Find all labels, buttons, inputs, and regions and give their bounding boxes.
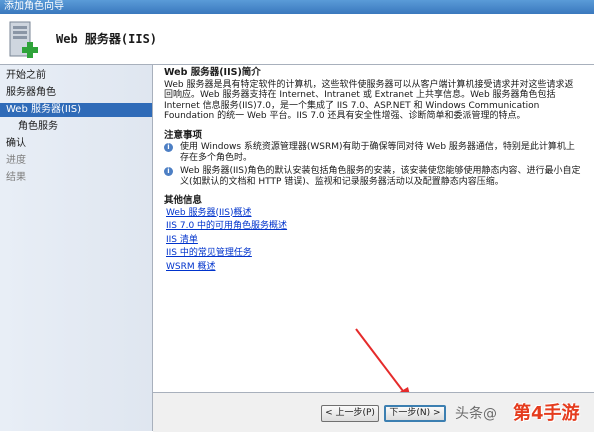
next-button[interactable]: 下一步(N) > [384, 405, 446, 422]
nav-item-web-server[interactable]: Web 服务器(IIS) [0, 103, 152, 117]
link-wsrm-overview[interactable]: WSRM 概述 [166, 262, 588, 273]
intro-text: Web 服务器是具有特定软件的计算机，这些软件使服务器可以从客户端计算机接受请求… [164, 79, 574, 122]
nav-item-confirmation[interactable]: 确认 [0, 137, 152, 151]
intro-title: Web 服务器(IIS)简介 [164, 67, 261, 78]
note-item: i Web 服务器(IIS)角色的默认安装包括角色服务的安装，该安装使您能够使用… [160, 166, 582, 187]
link-iis-checklist[interactable]: IIS 清单 [166, 235, 588, 246]
note-text: Web 服务器(IIS)角色的默认安装包括角色服务的安装，该安装使您能够使用静态… [180, 166, 581, 187]
server-add-icon [9, 21, 38, 58]
nav-item-role-services[interactable]: 角色服务 [0, 120, 152, 134]
notes-title: 注意事项 [164, 129, 203, 141]
previous-button[interactable]: < 上一步(P) [321, 405, 379, 422]
window-title: 添加角色向导 [4, 1, 64, 12]
nav-item-before-you-begin[interactable]: 开始之前 [0, 69, 152, 83]
link-web-server-overview[interactable]: Web 服务器(IIS)概述 [166, 208, 588, 219]
wizard-header: Web 服务器(IIS) [0, 14, 594, 65]
watermark-text: 头条@ [455, 406, 497, 422]
info-icon: i [164, 167, 173, 176]
wizard-footer: < 上一步(P) 下一步(N) > 头条@ 第4手游 [153, 392, 594, 432]
more-info-links: Web 服务器(IIS)概述 IIS 7.0 中的可用角色服务概述 IIS 清单… [160, 208, 588, 273]
note-text: 使用 Windows 系统资源管理器(WSRM)有助于确保等同对待 Web 服务… [180, 142, 575, 163]
note-item: i 使用 Windows 系统资源管理器(WSRM)有助于确保等同对待 Web … [160, 142, 582, 163]
window-titlebar: 添加角色向导 [0, 0, 594, 14]
nav-item-progress: 进度 [6, 155, 26, 166]
nav-item-server-roles[interactable]: 服务器角色 [0, 86, 152, 100]
wizard-nav: 开始之前 服务器角色 Web 服务器(IIS) 角色服务 确认 进度 结果 [0, 65, 153, 431]
more-info-title: 其他信息 [164, 195, 203, 206]
link-common-admin-tasks[interactable]: IIS 中的常见管理任务 [166, 248, 588, 259]
nav-item-results: 结果 [6, 172, 26, 183]
page-title: Web 服务器(IIS) [56, 32, 158, 46]
link-role-services-overview[interactable]: IIS 7.0 中的可用角色服务概述 [166, 221, 588, 232]
brand-logo-text: 第4手游 [513, 403, 580, 424]
info-icon: i [164, 143, 173, 152]
